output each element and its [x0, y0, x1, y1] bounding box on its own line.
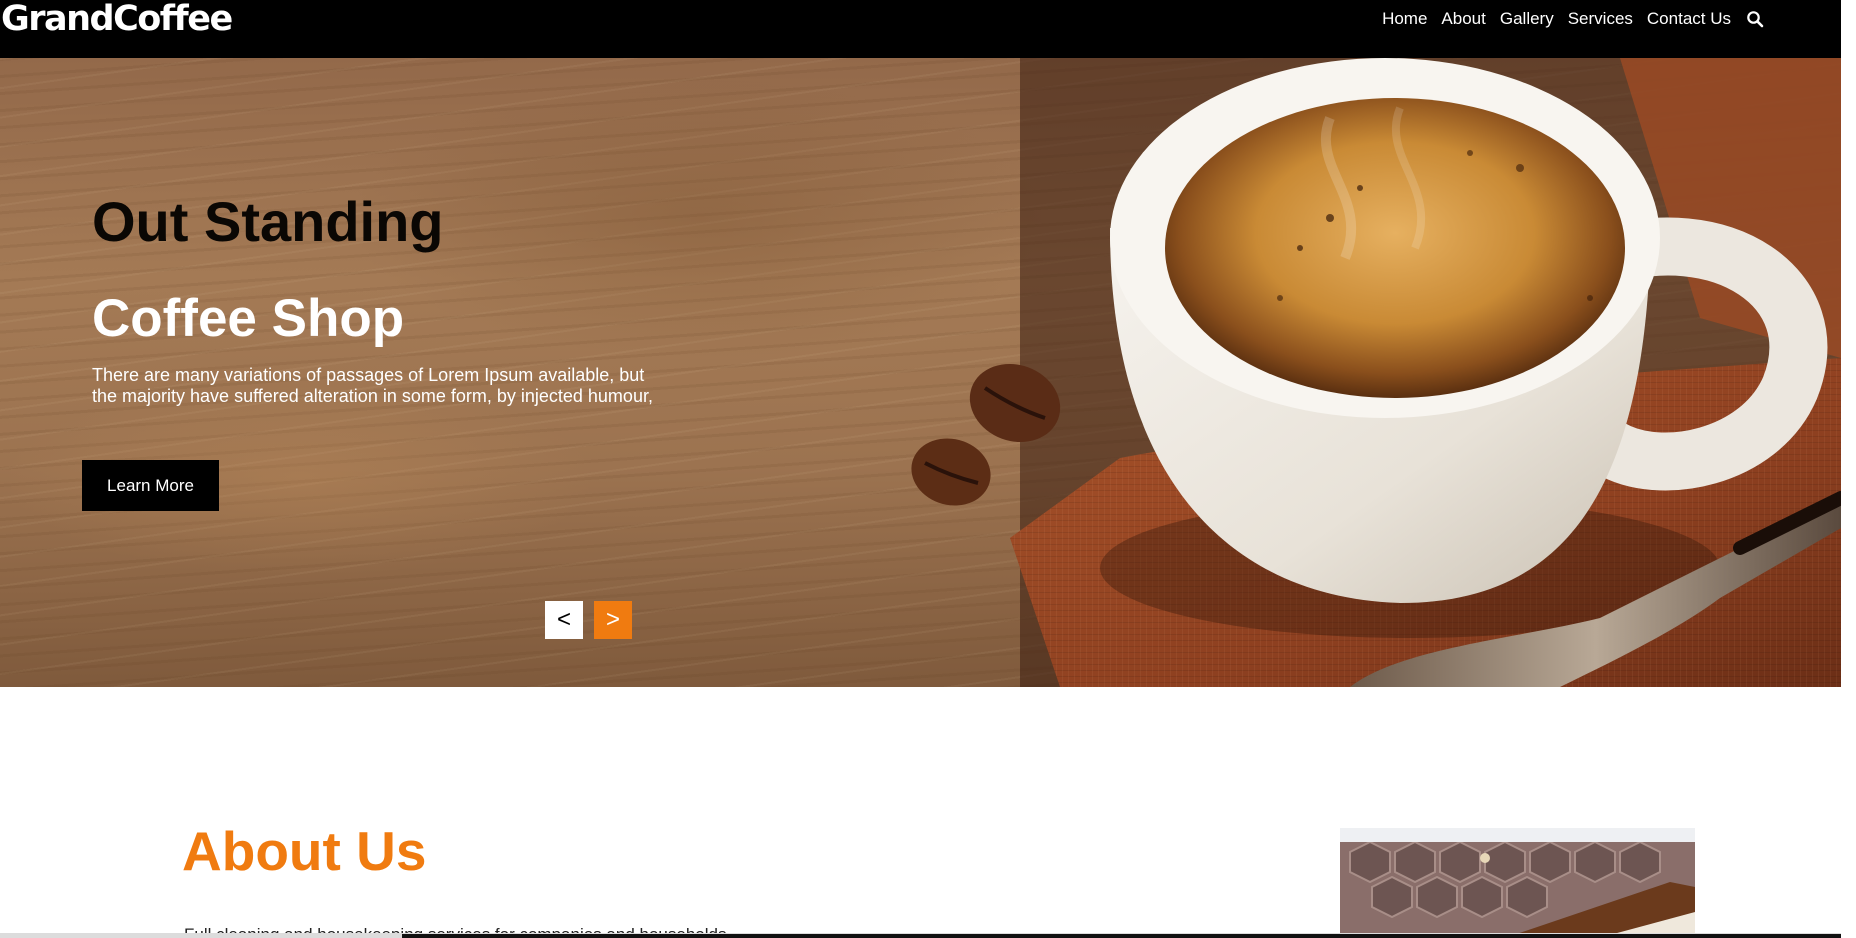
- about-image: [1340, 828, 1695, 938]
- hero-title-line1: Out Standing: [92, 190, 444, 253]
- main-nav: Home About Gallery Services Contact Us: [1382, 0, 1765, 38]
- nav-about[interactable]: About: [1441, 9, 1485, 29]
- search-icon[interactable]: [1745, 9, 1765, 29]
- learn-more-button[interactable]: Learn More: [82, 460, 219, 511]
- hero-slider: Out Standing Coffee Shop There are many …: [0, 58, 1841, 687]
- site-logo[interactable]: GrandCoffee: [1, 0, 233, 38]
- site-header: GrandCoffee Home About Gallery Services …: [0, 0, 1841, 58]
- slider-next-button[interactable]: >: [594, 601, 632, 639]
- about-title: About Us: [182, 820, 427, 882]
- hero-description: There are many variations of passages of…: [92, 365, 653, 406]
- nav-gallery[interactable]: Gallery: [1500, 9, 1554, 29]
- hero-title-line2: Coffee Shop: [92, 289, 405, 348]
- nav-home[interactable]: Home: [1382, 9, 1427, 29]
- slider-prev-button[interactable]: <: [545, 601, 583, 639]
- page: GrandCoffee Home About Gallery Services …: [0, 0, 1856, 938]
- nav-contact-us[interactable]: Contact Us: [1647, 9, 1731, 29]
- scrollbar-thumb[interactable]: [402, 934, 1841, 938]
- nav-services[interactable]: Services: [1568, 9, 1633, 29]
